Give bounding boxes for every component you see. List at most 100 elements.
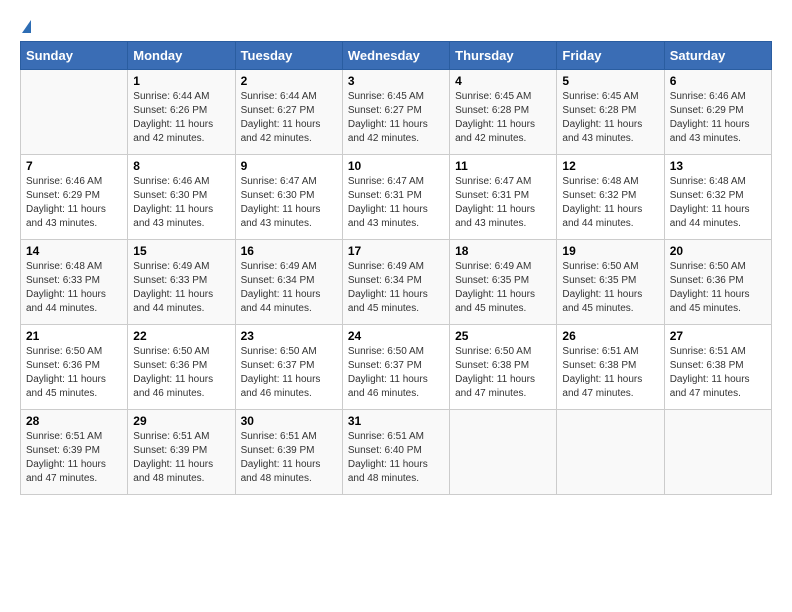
day-cell <box>557 410 664 495</box>
day-info: Sunrise: 6:49 AM Sunset: 6:34 PM Dayligh… <box>241 260 337 316</box>
header-friday: Friday <box>557 42 664 70</box>
day-number: 8 <box>133 159 229 173</box>
day-number: 19 <box>562 244 658 258</box>
header-tuesday: Tuesday <box>235 42 342 70</box>
header-monday: Monday <box>128 42 235 70</box>
day-cell: 12 Sunrise: 6:48 AM Sunset: 6:32 PM Dayli… <box>557 155 664 240</box>
day-info: Sunrise: 6:46 AM Sunset: 6:29 PM Dayligh… <box>26 175 122 231</box>
day-info: Sunrise: 6:47 AM Sunset: 6:30 PM Dayligh… <box>241 175 337 231</box>
day-number: 21 <box>26 329 122 343</box>
day-info: Sunrise: 6:47 AM Sunset: 6:31 PM Dayligh… <box>455 175 551 231</box>
day-info: Sunrise: 6:45 AM Sunset: 6:28 PM Dayligh… <box>455 90 551 146</box>
day-info: Sunrise: 6:50 AM Sunset: 6:36 PM Dayligh… <box>670 260 766 316</box>
day-number: 5 <box>562 74 658 88</box>
day-number: 6 <box>670 74 766 88</box>
day-cell: 6Sunrise: 6:46 AM Sunset: 6:29 PM Daylig… <box>664 70 771 155</box>
day-number: 4 <box>455 74 551 88</box>
day-number: 23 <box>241 329 337 343</box>
day-info: Sunrise: 6:45 AM Sunset: 6:27 PM Dayligh… <box>348 90 444 146</box>
header-saturday: Saturday <box>664 42 771 70</box>
day-cell: 15 Sunrise: 6:49 AM Sunset: 6:33 PM Dayli… <box>128 240 235 325</box>
day-info: Sunrise: 6:51 AM Sunset: 6:40 PM Dayligh… <box>348 430 444 486</box>
day-number: 1 <box>133 74 229 88</box>
day-info: Sunrise: 6:51 AM Sunset: 6:39 PM Dayligh… <box>241 430 337 486</box>
day-info: Sunrise: 6:49 AM Sunset: 6:34 PM Dayligh… <box>348 260 444 316</box>
day-cell: 3 Sunrise: 6:45 AM Sunset: 6:27 PM Daylig… <box>342 70 449 155</box>
day-info: Sunrise: 6:48 AM Sunset: 6:32 PM Dayligh… <box>562 175 658 231</box>
day-number: 31 <box>348 414 444 428</box>
day-info: Sunrise: 6:49 AM Sunset: 6:35 PM Dayligh… <box>455 260 551 316</box>
day-number: 9 <box>241 159 337 173</box>
week-row-1: 1 Sunrise: 6:44 AM Sunset: 6:26 PM Daylig… <box>21 70 772 155</box>
day-cell: 23 Sunrise: 6:50 AM Sunset: 6:37 PM Dayli… <box>235 325 342 410</box>
day-info: Sunrise: 6:51 AM Sunset: 6:39 PM Dayligh… <box>133 430 229 486</box>
day-number: 3 <box>348 74 444 88</box>
day-number: 22 <box>133 329 229 343</box>
day-info: Sunrise: 6:51 AM Sunset: 6:39 PM Dayligh… <box>26 430 122 486</box>
day-number: 11 <box>455 159 551 173</box>
day-number: 26 <box>562 329 658 343</box>
day-cell <box>450 410 557 495</box>
day-number: 17 <box>348 244 444 258</box>
page-header <box>20 20 772 31</box>
day-info: Sunrise: 6:50 AM Sunset: 6:36 PM Dayligh… <box>133 345 229 401</box>
day-cell: 27 Sunrise: 6:51 AM Sunset: 6:38 PM Dayli… <box>664 325 771 410</box>
day-number: 10 <box>348 159 444 173</box>
day-info: Sunrise: 6:51 AM Sunset: 6:38 PM Dayligh… <box>670 345 766 401</box>
day-cell: 8 Sunrise: 6:46 AM Sunset: 6:30 PM Daylig… <box>128 155 235 240</box>
day-info: Sunrise: 6:49 AM Sunset: 6:33 PM Dayligh… <box>133 260 229 316</box>
day-info: Sunrise: 6:50 AM Sunset: 6:35 PM Dayligh… <box>562 260 658 316</box>
day-cell: 30 Sunrise: 6:51 AM Sunset: 6:39 PM Dayli… <box>235 410 342 495</box>
day-number: 16 <box>241 244 337 258</box>
day-number: 20 <box>670 244 766 258</box>
day-cell: 17 Sunrise: 6:49 AM Sunset: 6:34 PM Dayli… <box>342 240 449 325</box>
day-number: 12 <box>562 159 658 173</box>
header-thursday: Thursday <box>450 42 557 70</box>
day-cell: 25Sunrise: 6:50 AM Sunset: 6:38 PM Dayli… <box>450 325 557 410</box>
header-sunday: Sunday <box>21 42 128 70</box>
day-cell: 4 Sunrise: 6:45 AM Sunset: 6:28 PM Daylig… <box>450 70 557 155</box>
day-number: 7 <box>26 159 122 173</box>
day-info: Sunrise: 6:48 AM Sunset: 6:33 PM Dayligh… <box>26 260 122 316</box>
calendar-table: SundayMondayTuesdayWednesdayThursdayFrid… <box>20 41 772 495</box>
day-number: 27 <box>670 329 766 343</box>
day-cell: 7 Sunrise: 6:46 AM Sunset: 6:29 PM Daylig… <box>21 155 128 240</box>
day-info: Sunrise: 6:48 AM Sunset: 6:32 PM Dayligh… <box>670 175 766 231</box>
day-cell: 31 Sunrise: 6:51 AM Sunset: 6:40 PM Dayli… <box>342 410 449 495</box>
day-info: Sunrise: 6:44 AM Sunset: 6:27 PM Dayligh… <box>241 90 337 146</box>
day-cell: 11 Sunrise: 6:47 AM Sunset: 6:31 PM Dayli… <box>450 155 557 240</box>
day-cell: 9 Sunrise: 6:47 AM Sunset: 6:30 PM Daylig… <box>235 155 342 240</box>
day-cell: 10 Sunrise: 6:47 AM Sunset: 6:31 PM Dayli… <box>342 155 449 240</box>
day-number: 13 <box>670 159 766 173</box>
day-cell: 1 Sunrise: 6:44 AM Sunset: 6:26 PM Daylig… <box>128 70 235 155</box>
day-info: Sunrise: 6:50 AM Sunset: 6:36 PM Dayligh… <box>26 345 122 401</box>
day-info: Sunrise: 6:46 AM Sunset: 6:30 PM Dayligh… <box>133 175 229 231</box>
day-info: Sunrise: 6:51 AM Sunset: 6:38 PM Dayligh… <box>562 345 658 401</box>
calendar-header-row: SundayMondayTuesdayWednesdayThursdayFrid… <box>21 42 772 70</box>
day-info: Sunrise: 6:44 AM Sunset: 6:26 PM Dayligh… <box>133 90 229 146</box>
day-cell: 24 Sunrise: 6:50 AM Sunset: 6:37 PM Dayli… <box>342 325 449 410</box>
day-info: Sunrise: 6:47 AM Sunset: 6:31 PM Dayligh… <box>348 175 444 231</box>
day-number: 15 <box>133 244 229 258</box>
day-cell: 20 Sunrise: 6:50 AM Sunset: 6:36 PM Dayli… <box>664 240 771 325</box>
day-cell: 13 Sunrise: 6:48 AM Sunset: 6:32 PM Dayli… <box>664 155 771 240</box>
day-info: Sunrise: 6:45 AM Sunset: 6:28 PM Dayligh… <box>562 90 658 146</box>
logo-triangle-icon <box>22 20 31 33</box>
day-number: 30 <box>241 414 337 428</box>
day-number: 18 <box>455 244 551 258</box>
day-cell: 19 Sunrise: 6:50 AM Sunset: 6:35 PM Dayli… <box>557 240 664 325</box>
day-info: Sunrise: 6:50 AM Sunset: 6:37 PM Dayligh… <box>348 345 444 401</box>
logo <box>20 20 31 31</box>
day-cell: 18 Sunrise: 6:49 AM Sunset: 6:35 PM Dayli… <box>450 240 557 325</box>
day-cell: 26 Sunrise: 6:51 AM Sunset: 6:38 PM Dayli… <box>557 325 664 410</box>
day-cell: 2Sunrise: 6:44 AM Sunset: 6:27 PM Daylig… <box>235 70 342 155</box>
day-cell: 22 Sunrise: 6:50 AM Sunset: 6:36 PM Dayli… <box>128 325 235 410</box>
day-cell: 29Sunrise: 6:51 AM Sunset: 6:39 PM Dayli… <box>128 410 235 495</box>
day-number: 24 <box>348 329 444 343</box>
day-info: Sunrise: 6:50 AM Sunset: 6:37 PM Dayligh… <box>241 345 337 401</box>
day-cell: 28 Sunrise: 6:51 AM Sunset: 6:39 PM Dayli… <box>21 410 128 495</box>
week-row-3: 14 Sunrise: 6:48 AM Sunset: 6:33 PM Dayli… <box>21 240 772 325</box>
day-number: 14 <box>26 244 122 258</box>
day-cell: 21 Sunrise: 6:50 AM Sunset: 6:36 PM Dayli… <box>21 325 128 410</box>
day-number: 28 <box>26 414 122 428</box>
